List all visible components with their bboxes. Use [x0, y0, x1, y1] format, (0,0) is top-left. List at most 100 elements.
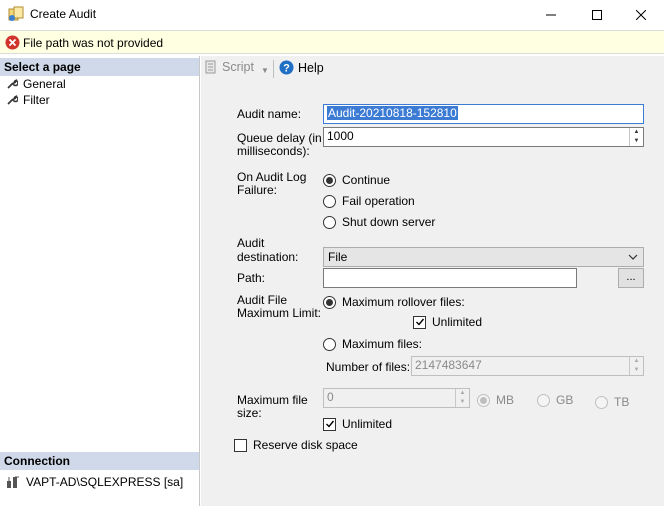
size-unlimited-checkbox[interactable]: Unlimited — [323, 417, 392, 431]
checkmark-icon — [325, 420, 334, 428]
number-of-files-spinner[interactable]: ▲ ▼ — [629, 357, 643, 375]
radio-fail-operation[interactable]: Fail operation — [323, 194, 415, 208]
toolbar: Script ▼ ? Help — [201, 56, 664, 82]
spin-up-icon[interactable]: ▲ — [456, 389, 469, 398]
radio-circle — [323, 295, 336, 309]
script-label: Script — [222, 60, 254, 74]
connection-icon — [7, 476, 19, 488]
browse-button[interactable]: ... — [618, 268, 644, 288]
checkbox-box — [413, 315, 426, 329]
radio-shut-down-server[interactable]: Shut down server — [323, 215, 435, 229]
error-message: File path was not provided — [23, 36, 164, 50]
toolbar-divider — [273, 60, 274, 78]
destination-label-2: destination: — [237, 250, 299, 264]
path-input[interactable] — [323, 268, 577, 288]
radio-label: TB — [614, 395, 630, 409]
radio-unit-tb[interactable]: TB — [595, 395, 629, 409]
max-file-size-spinner[interactable]: ▲ ▼ — [455, 389, 469, 407]
radio-circle — [323, 194, 336, 208]
window-title: Create Audit — [30, 7, 97, 21]
connection-label: VAPT-AD\SQLEXPRESS [sa] — [26, 475, 184, 489]
radio-circle — [323, 337, 336, 351]
radio-circle — [595, 395, 608, 409]
maximize-button[interactable] — [574, 0, 620, 30]
radio-label: Maximum rollover files: — [342, 295, 465, 309]
radio-circle — [537, 393, 550, 407]
title-bar: Create Audit — [0, 0, 664, 30]
minimize-icon — [546, 14, 556, 16]
checkbox-box — [323, 417, 336, 431]
number-of-files-input[interactable]: 2147483647 — [411, 356, 644, 376]
page-item-filter[interactable]: Filter — [6, 92, 50, 108]
queue-delay-spinner[interactable]: ▲ ▼ — [629, 128, 643, 146]
script-button[interactable]: Script — [204, 60, 254, 74]
number-of-files-label: Number of files: — [326, 360, 411, 374]
radio-max-files[interactable]: Maximum files: — [323, 337, 422, 351]
help-icon: ? — [279, 60, 294, 75]
radio-label: MB — [496, 393, 514, 407]
destination-value: File — [328, 250, 348, 264]
max-file-size-input[interactable]: 0 — [323, 388, 470, 408]
queue-delay-input[interactable]: 1000 — [323, 127, 644, 147]
radio-circle — [323, 173, 336, 187]
page-item-label: General — [23, 77, 66, 91]
audit-name-input[interactable]: Audit-20210818-152810 — [323, 104, 644, 124]
spin-down-icon[interactable]: ▼ — [456, 398, 469, 407]
close-icon — [636, 10, 646, 20]
help-button[interactable]: ? Help — [279, 60, 324, 75]
right-pane: Script ▼ ? Help Audit name: Audit-202108… — [201, 56, 664, 506]
audit-name-value: Audit-20210818-152810 — [327, 106, 458, 120]
radio-circle — [477, 393, 490, 407]
select-page-header: Select a page — [0, 58, 199, 76]
radio-label: GB — [556, 393, 574, 407]
left-pane: Select a page General Filter Connection … — [0, 56, 200, 506]
script-icon — [205, 60, 216, 74]
script-dropdown-icon[interactable]: ▼ — [261, 66, 269, 75]
audit-name-label: Audit name: — [237, 107, 302, 121]
checkbox-label: Reserve disk space — [253, 438, 358, 452]
radio-continue[interactable]: Continue — [323, 173, 390, 187]
destination-label: Audit — [237, 236, 265, 250]
connection-item[interactable]: VAPT-AD\SQLEXPRESS [sa] — [6, 474, 183, 490]
radio-label: Continue — [342, 173, 391, 187]
radio-unit-mb[interactable]: MB — [477, 393, 514, 407]
error-icon — [5, 35, 20, 50]
radio-label: Fail operation — [342, 194, 415, 208]
help-label: Help — [298, 60, 324, 75]
spin-down-icon[interactable]: ▼ — [630, 366, 643, 375]
max-file-size-value: 0 — [327, 390, 334, 404]
wrench-icon — [7, 78, 18, 89]
destination-select[interactable]: File — [323, 247, 644, 267]
audit-app-icon — [8, 6, 24, 21]
spin-up-icon[interactable]: ▲ — [630, 357, 643, 366]
close-button[interactable] — [618, 0, 664, 30]
queue-delay-label-2: milliseconds): — [237, 144, 310, 158]
radio-max-rollover-files[interactable]: Maximum rollover files: — [323, 295, 465, 309]
radio-unit-gb[interactable]: GB — [537, 393, 573, 407]
number-of-files-value: 2147483647 — [415, 358, 482, 372]
chevron-down-icon — [628, 254, 638, 260]
reserve-disk-checkbox[interactable]: Reserve disk space — [234, 438, 358, 452]
checkbox-label: Unlimited — [432, 315, 483, 329]
spin-down-icon[interactable]: ▼ — [630, 137, 643, 146]
page-item-label: Filter — [23, 93, 50, 107]
rollover-unlimited-checkbox[interactable]: Unlimited — [413, 315, 482, 329]
on-failure-label-2: Failure: — [237, 183, 278, 197]
page-item-general[interactable]: General — [6, 76, 66, 92]
checkbox-box — [234, 438, 247, 452]
checkmark-icon — [415, 318, 424, 326]
radio-circle — [323, 215, 336, 229]
queue-delay-value: 1000 — [327, 129, 354, 143]
connection-header: Connection — [0, 452, 199, 470]
error-bar: File path was not provided — [0, 30, 664, 54]
radio-label: Shut down server — [342, 215, 436, 229]
svg-text:?: ? — [283, 63, 290, 75]
maximize-icon — [592, 10, 602, 20]
max-file-size-label-2: size: — [237, 406, 262, 420]
minimize-button[interactable] — [528, 0, 574, 30]
path-label: Path: — [237, 271, 266, 285]
checkbox-label: Unlimited — [342, 417, 393, 431]
max-limit-label-2: Maximum Limit: — [237, 306, 322, 320]
radio-label: Maximum files: — [342, 337, 423, 351]
spin-up-icon[interactable]: ▲ — [630, 128, 643, 137]
